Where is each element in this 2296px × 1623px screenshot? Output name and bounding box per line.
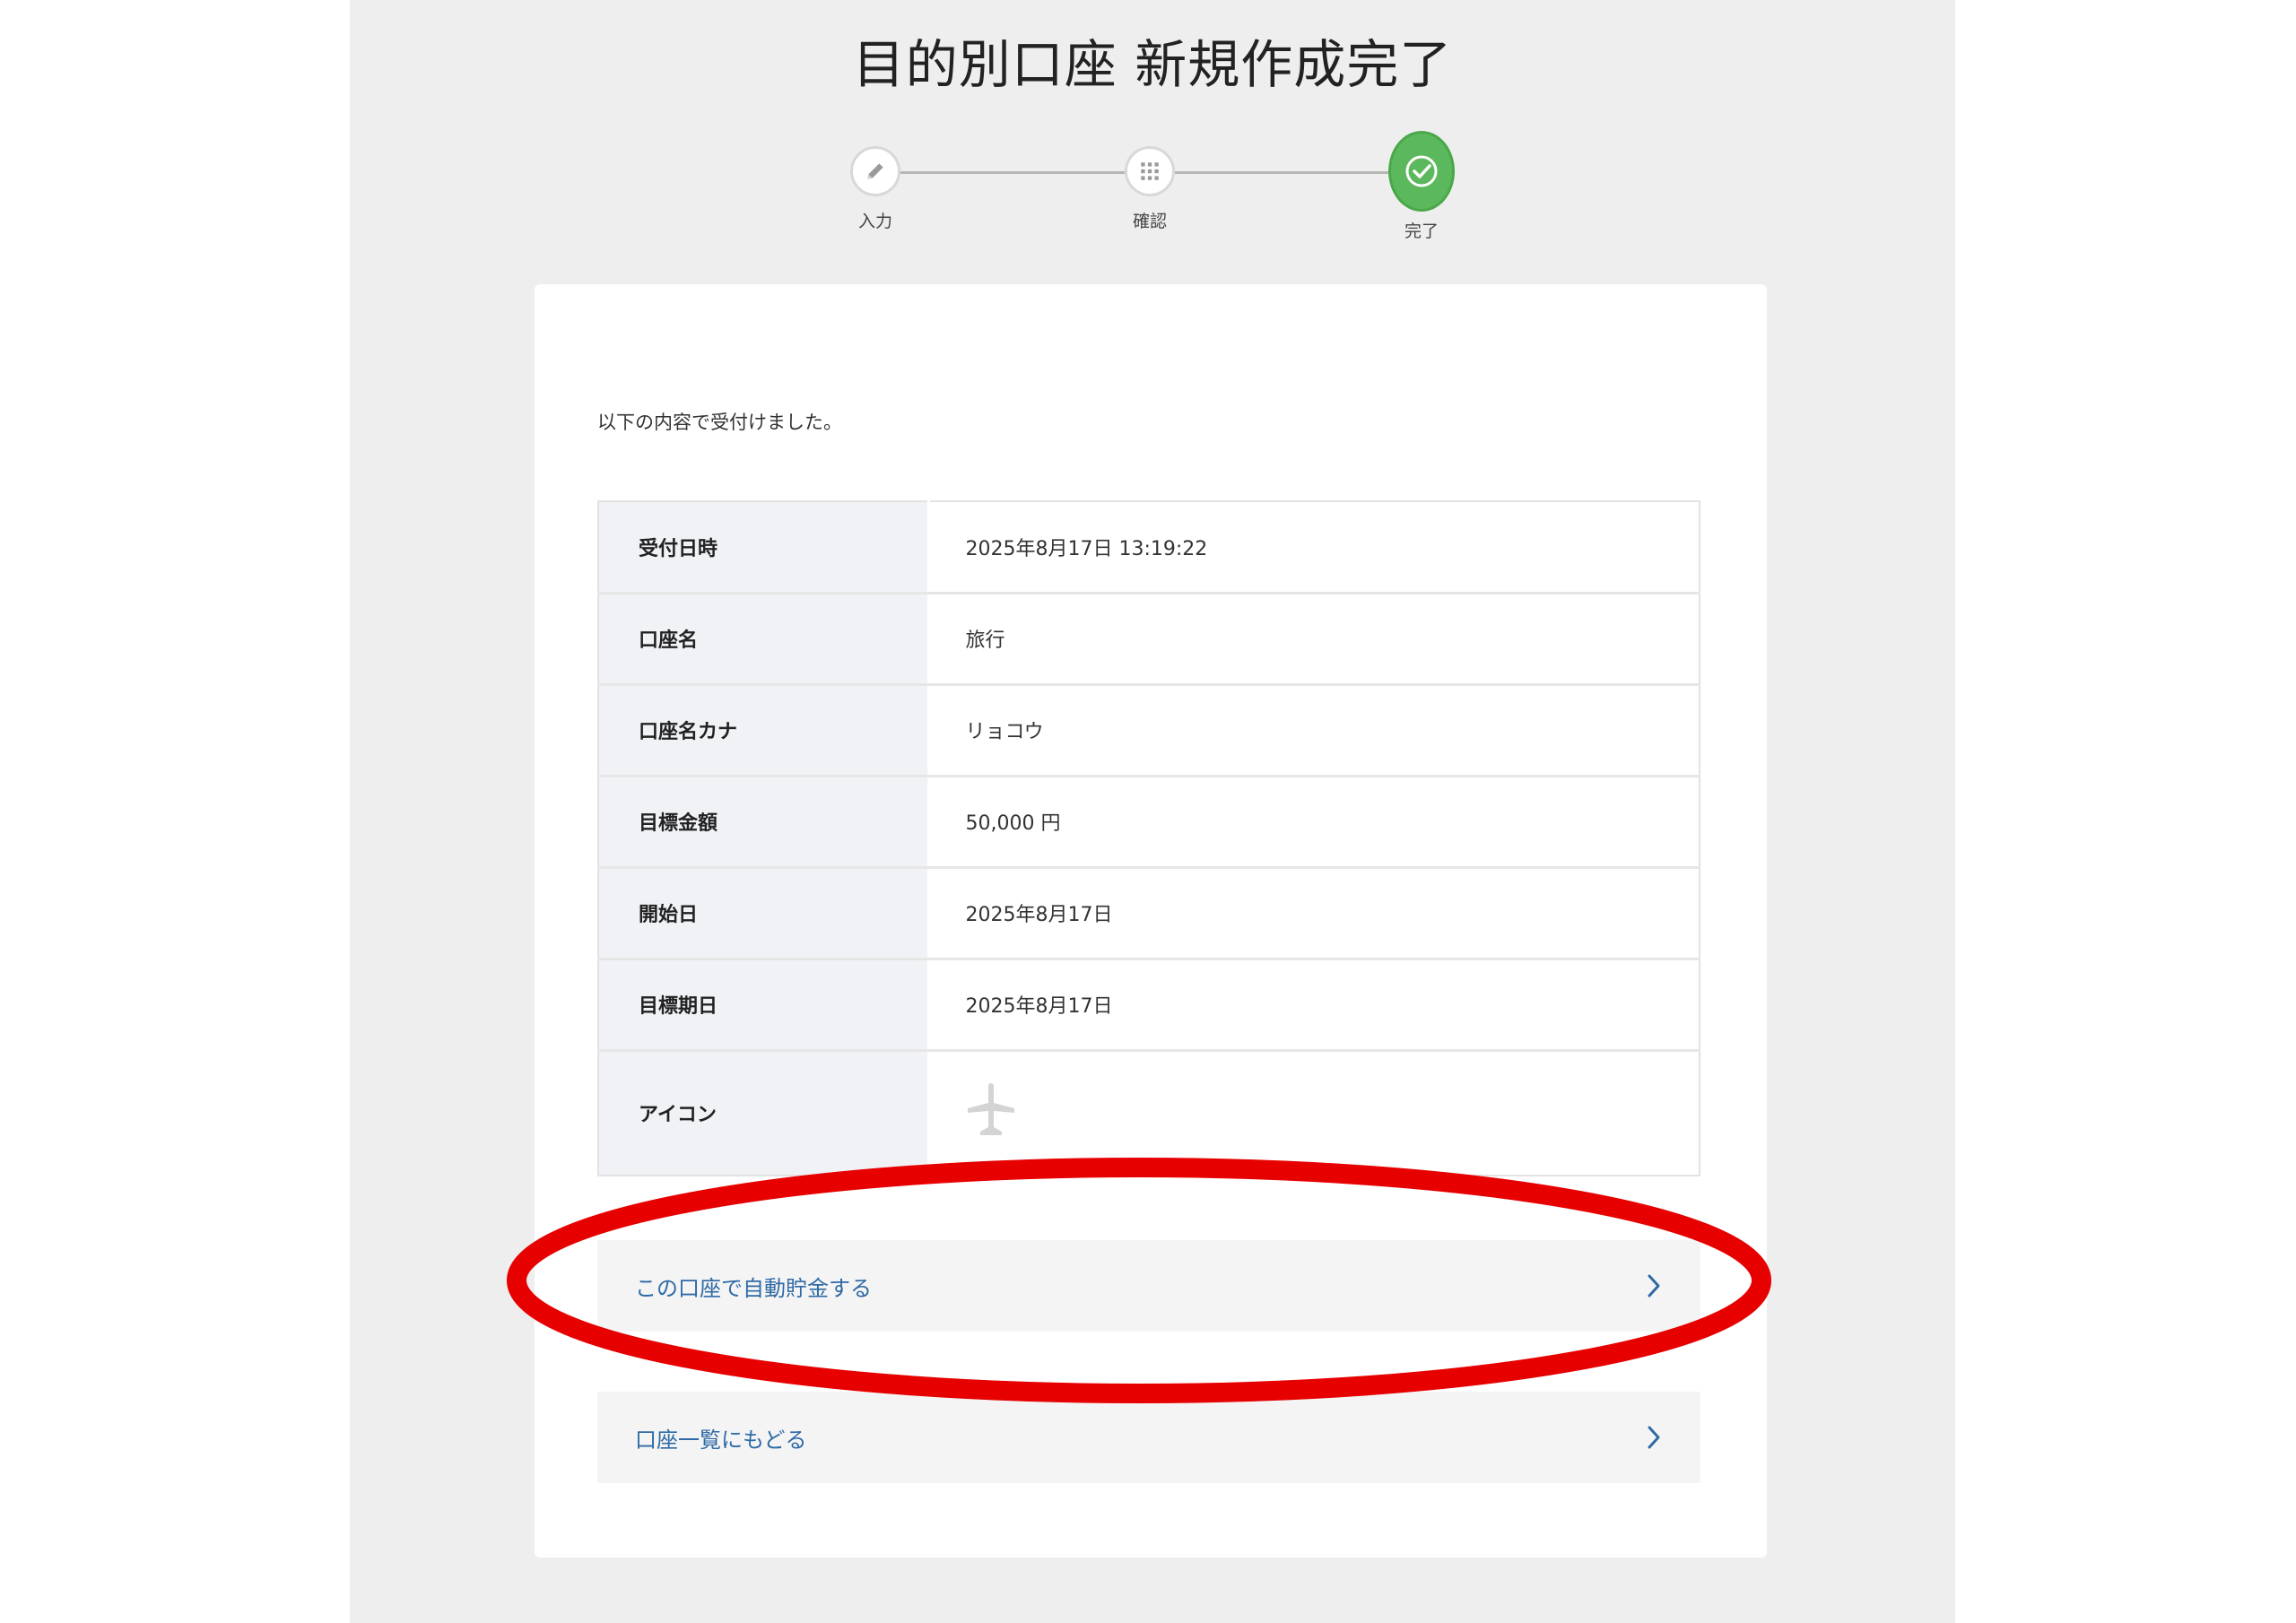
row-value-account-name: 旅行 [928, 593, 1700, 686]
table-row: 口座名カナ リョコウ [598, 684, 1700, 777]
row-label-icon: アイコン [598, 1050, 930, 1176]
step-label-input: 入力 [857, 212, 892, 231]
table-row: アイコン [598, 1050, 1700, 1176]
progress-stepper: 入力 確認 完了 [0, 0, 2296, 269]
stepper-connector-1 [900, 171, 1127, 174]
row-label-target-date: 目標期日 [598, 959, 930, 1052]
grid-icon [1141, 162, 1159, 180]
row-value-start-date: 2025年8月17日 [928, 867, 1700, 960]
table-row: 口座名 旅行 [598, 593, 1700, 686]
auto-saving-label: この口座で自動貯金する [635, 1275, 872, 1301]
chevron-right-icon [1648, 1274, 1660, 1298]
row-label-account-kana: 口座名カナ [598, 684, 930, 777]
page-root: 目的別口座 新規作成完了 入力 確認 完了 以下の内容で受付けました。 受付日時… [0, 0, 2296, 1623]
pencil-icon [867, 163, 883, 179]
step-confirm-circle [1125, 146, 1175, 196]
row-value-account-kana: リョコウ [928, 684, 1700, 777]
row-label-received-at: 受付日時 [598, 501, 930, 595]
table-row: 目標金額 50,000 円 [598, 776, 1700, 869]
back-to-list-label: 口座一覧にもどる [635, 1427, 807, 1453]
step-label-confirm: 確認 [1132, 212, 1167, 231]
step-input-circle [850, 146, 900, 196]
row-label-start-date: 開始日 [598, 867, 930, 960]
table-row: 目標期日 2025年8月17日 [598, 959, 1700, 1052]
row-value-target-amount: 50,000 円 [928, 776, 1700, 869]
back-to-list-button[interactable]: 口座一覧にもどる [597, 1392, 1700, 1483]
step-label-complete: 完了 [1404, 221, 1439, 241]
table-row: 開始日 2025年8月17日 [598, 867, 1700, 960]
airplane-icon [967, 1083, 1014, 1136]
intro-text: 以下の内容で受付けました。 [597, 412, 842, 433]
check-circle-icon [1405, 155, 1438, 187]
stepper-connector-2 [1175, 171, 1392, 174]
row-value-received-at: 2025年8月17日 13:19:22 [928, 501, 1700, 595]
row-label-account-name: 口座名 [598, 593, 930, 686]
auto-saving-button[interactable]: この口座で自動貯金する [597, 1240, 1700, 1332]
row-value-icon [928, 1050, 1700, 1176]
chevron-right-icon [1648, 1426, 1660, 1449]
step-complete-circle [1388, 131, 1455, 212]
table-row: 受付日時 2025年8月17日 13:19:22 [598, 501, 1700, 595]
row-value-target-date: 2025年8月17日 [928, 959, 1700, 1052]
row-label-target-amount: 目標金額 [598, 776, 930, 869]
details-table: 受付日時 2025年8月17日 13:19:22 口座名 旅行 口座名カナ リョ… [597, 500, 1700, 1176]
